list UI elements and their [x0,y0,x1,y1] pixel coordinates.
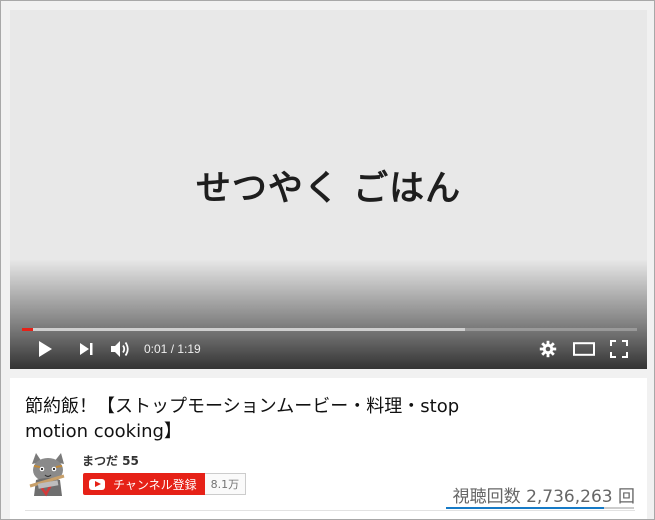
view-count: 視聴回数 2,736,263 回 [452,487,635,507]
time-total: 1:19 [177,342,201,356]
subscribe-label: チャンネル登録 [113,477,197,492]
divider [25,510,635,511]
subscribe-button[interactable]: チャンネル登録 8.1万 [83,473,247,495]
subscribe-main[interactable]: チャンネル登録 [83,473,205,495]
youtube-logo-icon [89,478,105,490]
time-separator: / [167,342,178,356]
next-button[interactable] [71,334,101,364]
settings-icon [539,340,557,358]
video-player[interactable]: せつやく ごはん 0:01 / 1:19 [10,10,647,369]
play-icon [39,341,52,357]
time-display: 0:01 / 1:19 [144,342,201,356]
channel-avatar[interactable] [24,450,72,498]
video-overlay-text: せつやく ごはん [195,169,462,209]
progress-bar[interactable] [22,328,637,331]
sentiment-bar [446,507,634,509]
fullscreen-icon [610,340,628,358]
progress-played [22,328,34,331]
progress-buffered [22,328,465,331]
next-icon [80,343,93,355]
video-info-panel: 節約飯！【ストップモーションムービー・料理・stop motion cookin… [10,378,647,519]
sentiment-bar-fill [446,507,604,509]
time-current: 0:01 [144,342,168,356]
play-button[interactable] [30,334,60,364]
subscriber-count: 8.1万 [204,473,247,495]
theater-mode-button[interactable] [569,334,599,364]
theater-mode-icon [573,342,595,356]
settings-button[interactable] [533,334,563,364]
volume-icon [111,341,129,357]
cat-avatar-icon [24,450,72,498]
player-controls: 0:01 / 1:19 [10,334,647,364]
window-frame: せつやく ごはん 0:01 / 1:19 節約飯！【ストップモーションムービー・… [0,0,655,520]
volume-button[interactable] [106,334,136,364]
fullscreen-button[interactable] [604,334,634,364]
video-title: 節約飯！【ストップモーションムービー・料理・stop motion cookin… [25,396,460,442]
channel-name[interactable]: まつだ 55 [82,452,139,469]
